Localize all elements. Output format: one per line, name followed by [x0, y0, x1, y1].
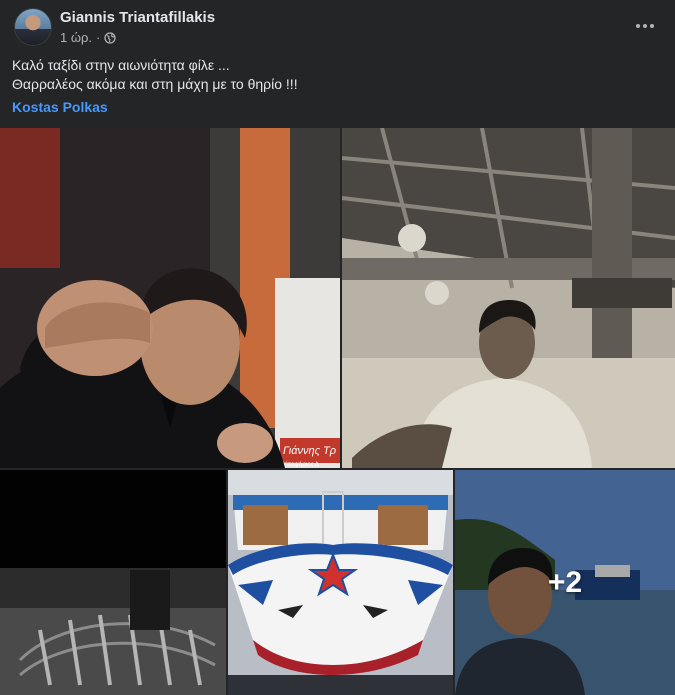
tagged-person-link[interactable]: Kostas Polkas [12, 99, 108, 115]
post-photo-1[interactable]: Γιάννης Τρ Υποψήφιος Δ [0, 128, 340, 468]
post-photo-4[interactable] [228, 470, 453, 695]
post-text-line: Θαρραλέος ακόμα και στη μάχη με το θηρίο… [12, 76, 298, 92]
more-options-icon[interactable] [631, 14, 659, 38]
author-name[interactable]: Giannis Triantafillakis [60, 9, 215, 26]
more-photos-count: +2 [547, 565, 583, 599]
post-photo-3[interactable] [0, 470, 226, 695]
sign-text: Γιάννης Τρ [283, 445, 336, 457]
author-avatar[interactable] [14, 8, 52, 46]
post-text-line: Καλό ταξίδι στην αιωνιότητα φίλε ... [12, 57, 230, 73]
sign-subtext: Υποψήφιος Δ [283, 461, 319, 468]
facebook-post: Giannis Triantafillakis 1 ώρ. · Καλό ταξ… [0, 0, 675, 695]
meta-separator: · [96, 30, 101, 45]
post-time[interactable]: 1 ώρ. [60, 30, 92, 45]
post-text: Καλό ταξίδι στην αιωνιότητα φίλε ... Θαρ… [12, 56, 652, 94]
post-header: Giannis Triantafillakis 1 ώρ. · [12, 6, 663, 48]
more-photos-overlay[interactable]: +2 [455, 470, 675, 695]
post-meta: 1 ώρ. · [60, 30, 116, 45]
globe-icon[interactable] [104, 31, 116, 44]
post-photo-2[interactable] [342, 128, 675, 468]
